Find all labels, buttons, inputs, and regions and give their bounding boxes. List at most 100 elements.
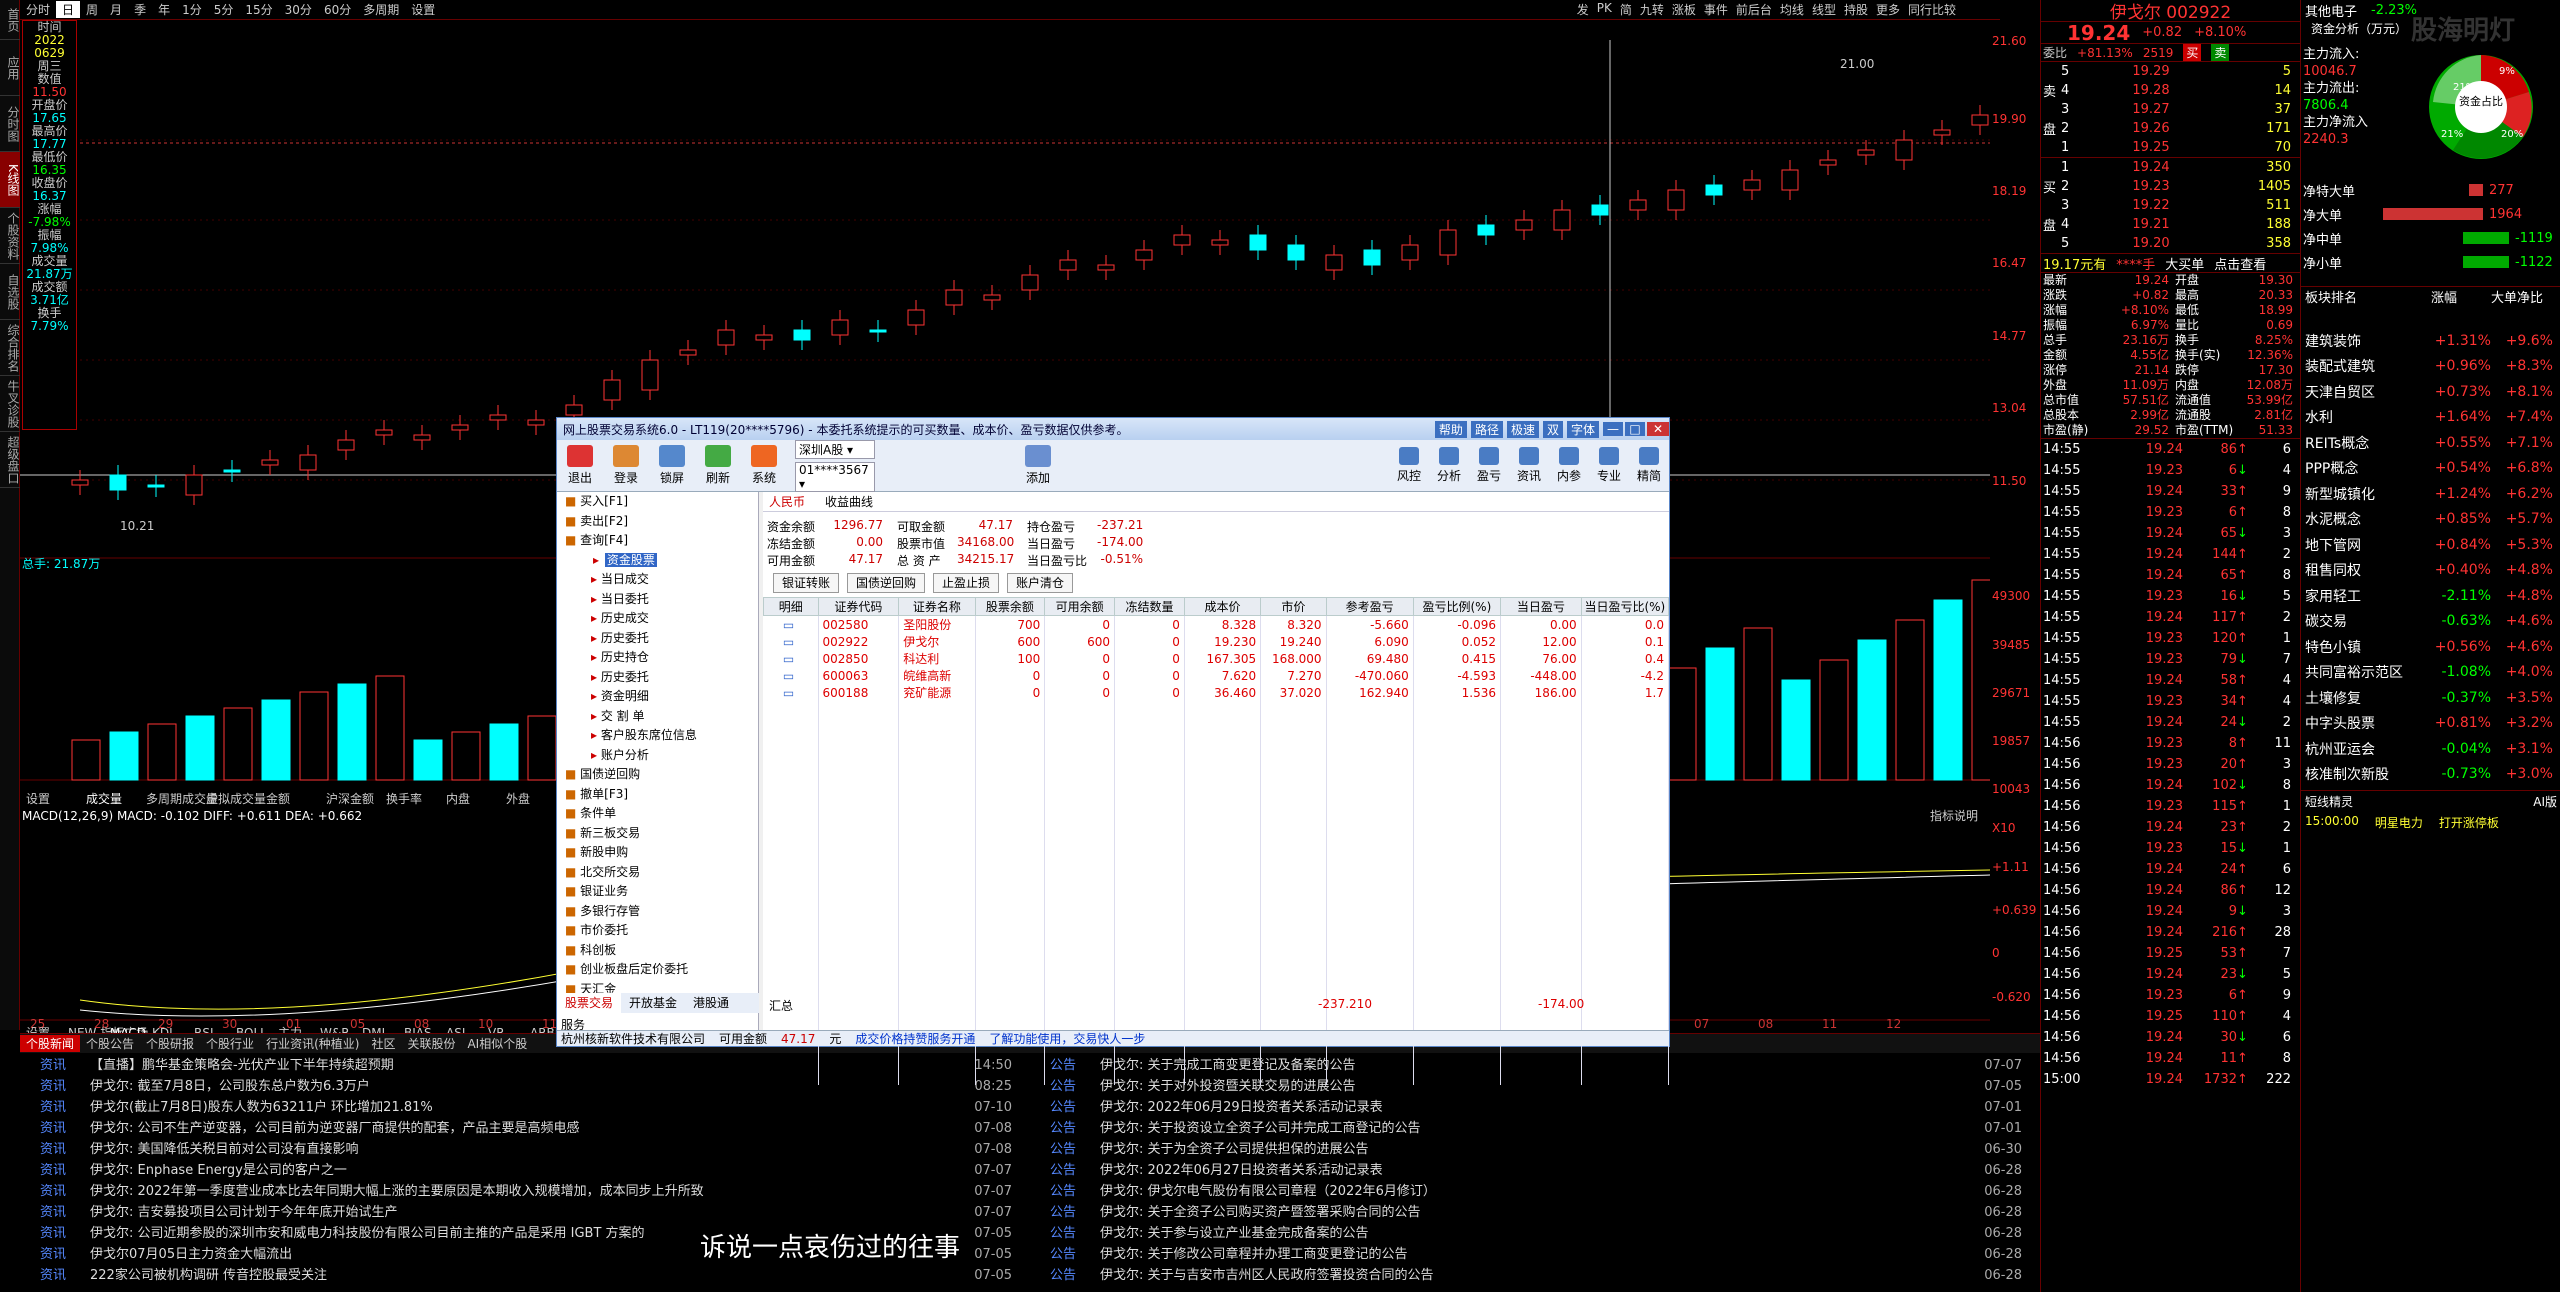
- position-row[interactable]: ▭ 002850 科达利 100 0 0 167.305 168.000 69.480 0.415…: [763, 650, 1670, 667]
- period-6[interactable]: 1分: [176, 1, 208, 18]
- news-item[interactable]: 资讯 伊戈尔: 吉安募投项目公司计划于今年年底开始试生产 07-07: [20, 1202, 1020, 1223]
- left-tab-3[interactable]: K线图: [0, 152, 20, 208]
- sector-row[interactable]: 核准制次新股 -0.73% +3.0%: [2301, 762, 2560, 788]
- short-elf-tag[interactable]: AI版: [2533, 793, 2557, 810]
- short-elf-stock[interactable]: 明星电力: [2375, 814, 2423, 831]
- tree-item[interactable]: ▸ 历史持仓: [557, 648, 758, 668]
- news-item[interactable]: 公告 伊戈尔: 关于参与设立产业基金完成备案的公告 06-28: [1030, 1223, 2030, 1244]
- period-11[interactable]: 多周期: [357, 1, 405, 18]
- period-12[interactable]: 设置: [405, 1, 441, 18]
- period-4[interactable]: 季: [128, 1, 152, 18]
- news-item[interactable]: 公告 伊戈尔: 关于与吉安市吉州区人民政府签署投资合同的公告 06-28: [1030, 1265, 2030, 1286]
- detail-cell[interactable]: ▭: [763, 633, 819, 650]
- news-item[interactable]: 公告 伊戈尔: 伊戈尔电气股份有限公司章程（2022年6月修订） 06-28: [1030, 1181, 2030, 1202]
- sector-row[interactable]: 新型城镇化 +1.24% +6.2%: [2301, 481, 2560, 507]
- ind-tab-4[interactable]: 金额: [266, 791, 290, 806]
- sector-row[interactable]: 装配式建筑 +0.96% +8.3%: [2301, 354, 2560, 380]
- tool-10[interactable]: 更多: [1872, 1, 1904, 18]
- news-item[interactable]: 资讯 伊戈尔: Enphase Energy是公司的客户之一 07-07: [20, 1160, 1020, 1181]
- tool-3[interactable]: 九转: [1636, 1, 1668, 18]
- col-header-1[interactable]: 证券代码: [817, 597, 900, 616]
- maximize-button[interactable]: □: [1625, 422, 1645, 436]
- tree-item[interactable]: ■ 市价委托: [557, 921, 758, 941]
- ind2-tab-7[interactable]: W&R: [320, 1026, 350, 1033]
- toolbar-right-0[interactable]: 风控: [1389, 447, 1429, 484]
- tree-item[interactable]: ▸ 交 割 单: [557, 707, 758, 727]
- position-row[interactable]: ▭ 002922 伊戈尔 600 600 0 19.230 19.240 6.090 0.052 1…: [763, 633, 1670, 650]
- title-btn-3[interactable]: 双: [1542, 420, 1563, 438]
- title-btn-0[interactable]: 帮助: [1434, 420, 1467, 438]
- sector-row[interactable]: 建筑装饰 +1.31% +9.6%: [2301, 328, 2560, 354]
- sector-row[interactable]: 中字头股票 +0.81% +3.2%: [2301, 711, 2560, 737]
- tree-item[interactable]: ▸ 资金股票: [557, 551, 758, 571]
- tree-item[interactable]: ■ 卖出[F2]: [557, 512, 758, 532]
- news-tab-1[interactable]: 个股公告: [80, 1035, 140, 1052]
- toolbar-2[interactable]: 锁屏: [649, 445, 695, 486]
- period-9[interactable]: 30分: [279, 1, 318, 18]
- action-button-0[interactable]: 银证转账: [773, 573, 840, 593]
- toolbar-1[interactable]: 登录: [603, 445, 649, 486]
- news-item[interactable]: 公告 伊戈尔: 关于全资子公司购买资产暨签署采购合同的公告 06-28: [1030, 1202, 2030, 1223]
- tree-item[interactable]: ■ 新股申购: [557, 843, 758, 863]
- news-item[interactable]: 公告 伊戈尔: 关于为全资子公司提供担保的进展公告 06-30: [1030, 1139, 2030, 1160]
- tool-2[interactable]: 简: [1616, 1, 1636, 18]
- col-header-10[interactable]: 当日盈亏: [1500, 597, 1582, 616]
- news-item[interactable]: 公告 伊戈尔: 2022年06月27日投资者关系活动记录表 06-28: [1030, 1160, 2030, 1181]
- toolbar-right-2[interactable]: 盈亏: [1469, 447, 1509, 484]
- detail-cell[interactable]: ▭: [763, 684, 819, 701]
- sector-row[interactable]: 土壤修复 -0.37% +3.5%: [2301, 685, 2560, 711]
- col-header-6[interactable]: 成本价: [1183, 597, 1262, 616]
- title-btn-4[interactable]: 字体: [1566, 420, 1599, 438]
- left-tab-6[interactable]: 综合排名: [0, 320, 20, 376]
- tool-4[interactable]: 涨板: [1668, 1, 1700, 18]
- bottom-tab-0[interactable]: 股票交易: [557, 993, 622, 1013]
- action-button-1[interactable]: 国债逆回购: [847, 573, 926, 593]
- period-0[interactable]: 分时: [20, 1, 56, 18]
- tree-item[interactable]: ■ 查询[F4]: [557, 531, 758, 551]
- ind-tab-1[interactable]: 成交量: [86, 791, 122, 806]
- col-header-9[interactable]: 盈亏比例(%): [1412, 597, 1502, 616]
- tree-item[interactable]: ■ 银证业务: [557, 882, 758, 902]
- sector-row[interactable]: PPP概念 +0.54% +6.8%: [2301, 456, 2560, 482]
- news-item[interactable]: 资讯 伊戈尔: 美国降低关税目前对公司没有直接影响 07-08: [20, 1139, 1020, 1160]
- period-7[interactable]: 5分: [208, 1, 240, 18]
- sector-row[interactable]: 碳交易 -0.63% +4.6%: [2301, 609, 2560, 635]
- title-btn-1[interactable]: 路径: [1470, 420, 1503, 438]
- ind2-tab-6[interactable]: 主力: [278, 1026, 302, 1033]
- asset-tab-0[interactable]: 人民币: [769, 493, 805, 510]
- market-select[interactable]: 深圳A股 ▾: [795, 439, 875, 459]
- tool-5[interactable]: 事件: [1700, 1, 1732, 18]
- period-1[interactable]: 日: [56, 1, 81, 18]
- tree-item[interactable]: ■ 科创板: [557, 941, 758, 961]
- sell-quick-button[interactable]: 卖: [2211, 44, 2230, 61]
- minimize-button[interactable]: —: [1603, 422, 1623, 436]
- sector-row[interactable]: 地下管网 +0.84% +5.3%: [2301, 532, 2560, 558]
- asset-tab-1[interactable]: 收益曲线: [825, 493, 873, 510]
- period-10[interactable]: 60分: [318, 1, 357, 18]
- toolbar-right-6[interactable]: 精简: [1629, 447, 1669, 484]
- account-select[interactable]: 01****3567 ▾: [795, 461, 875, 492]
- tree-item[interactable]: ■ 北交所交易: [557, 863, 758, 883]
- tree-item[interactable]: ■ 新三板交易: [557, 824, 758, 844]
- tree-item[interactable]: ▸ 账户分析: [557, 746, 758, 766]
- col-header-5[interactable]: 冻结数量: [1114, 597, 1185, 616]
- status-5[interactable]: 了解功能使用，交易快人一步: [989, 1030, 1145, 1047]
- ind2-tab-8[interactable]: DMI: [362, 1026, 385, 1033]
- toolbar-4[interactable]: 系统: [741, 445, 787, 486]
- click-view-link[interactable]: 点击查看: [2214, 254, 2266, 273]
- col-header-2[interactable]: 证券名称: [898, 597, 976, 616]
- col-header-8[interactable]: 参考盈亏: [1325, 597, 1414, 616]
- tool-11[interactable]: 同行比较: [1904, 1, 1960, 18]
- close-button[interactable]: ✕: [1647, 422, 1669, 436]
- sector-row[interactable]: 特色小镇 +0.56% +4.6%: [2301, 634, 2560, 660]
- tool-1[interactable]: PK: [1593, 1, 1616, 18]
- col-header-11[interactable]: 当日盈亏比(%): [1580, 597, 1670, 616]
- toolbar-3[interactable]: 刷新: [695, 445, 741, 486]
- action-button-3[interactable]: 账户清仓: [1007, 573, 1074, 593]
- toolbar-0[interactable]: 退出: [557, 445, 603, 486]
- ind2-tab-9[interactable]: BIAS: [404, 1026, 432, 1033]
- bottom-tab-1[interactable]: 开放基金: [621, 993, 685, 1013]
- detail-cell[interactable]: ▭: [763, 667, 819, 684]
- action-button-2[interactable]: 止盈止损: [933, 573, 1000, 593]
- left-tab-5[interactable]: 自选股: [0, 264, 20, 320]
